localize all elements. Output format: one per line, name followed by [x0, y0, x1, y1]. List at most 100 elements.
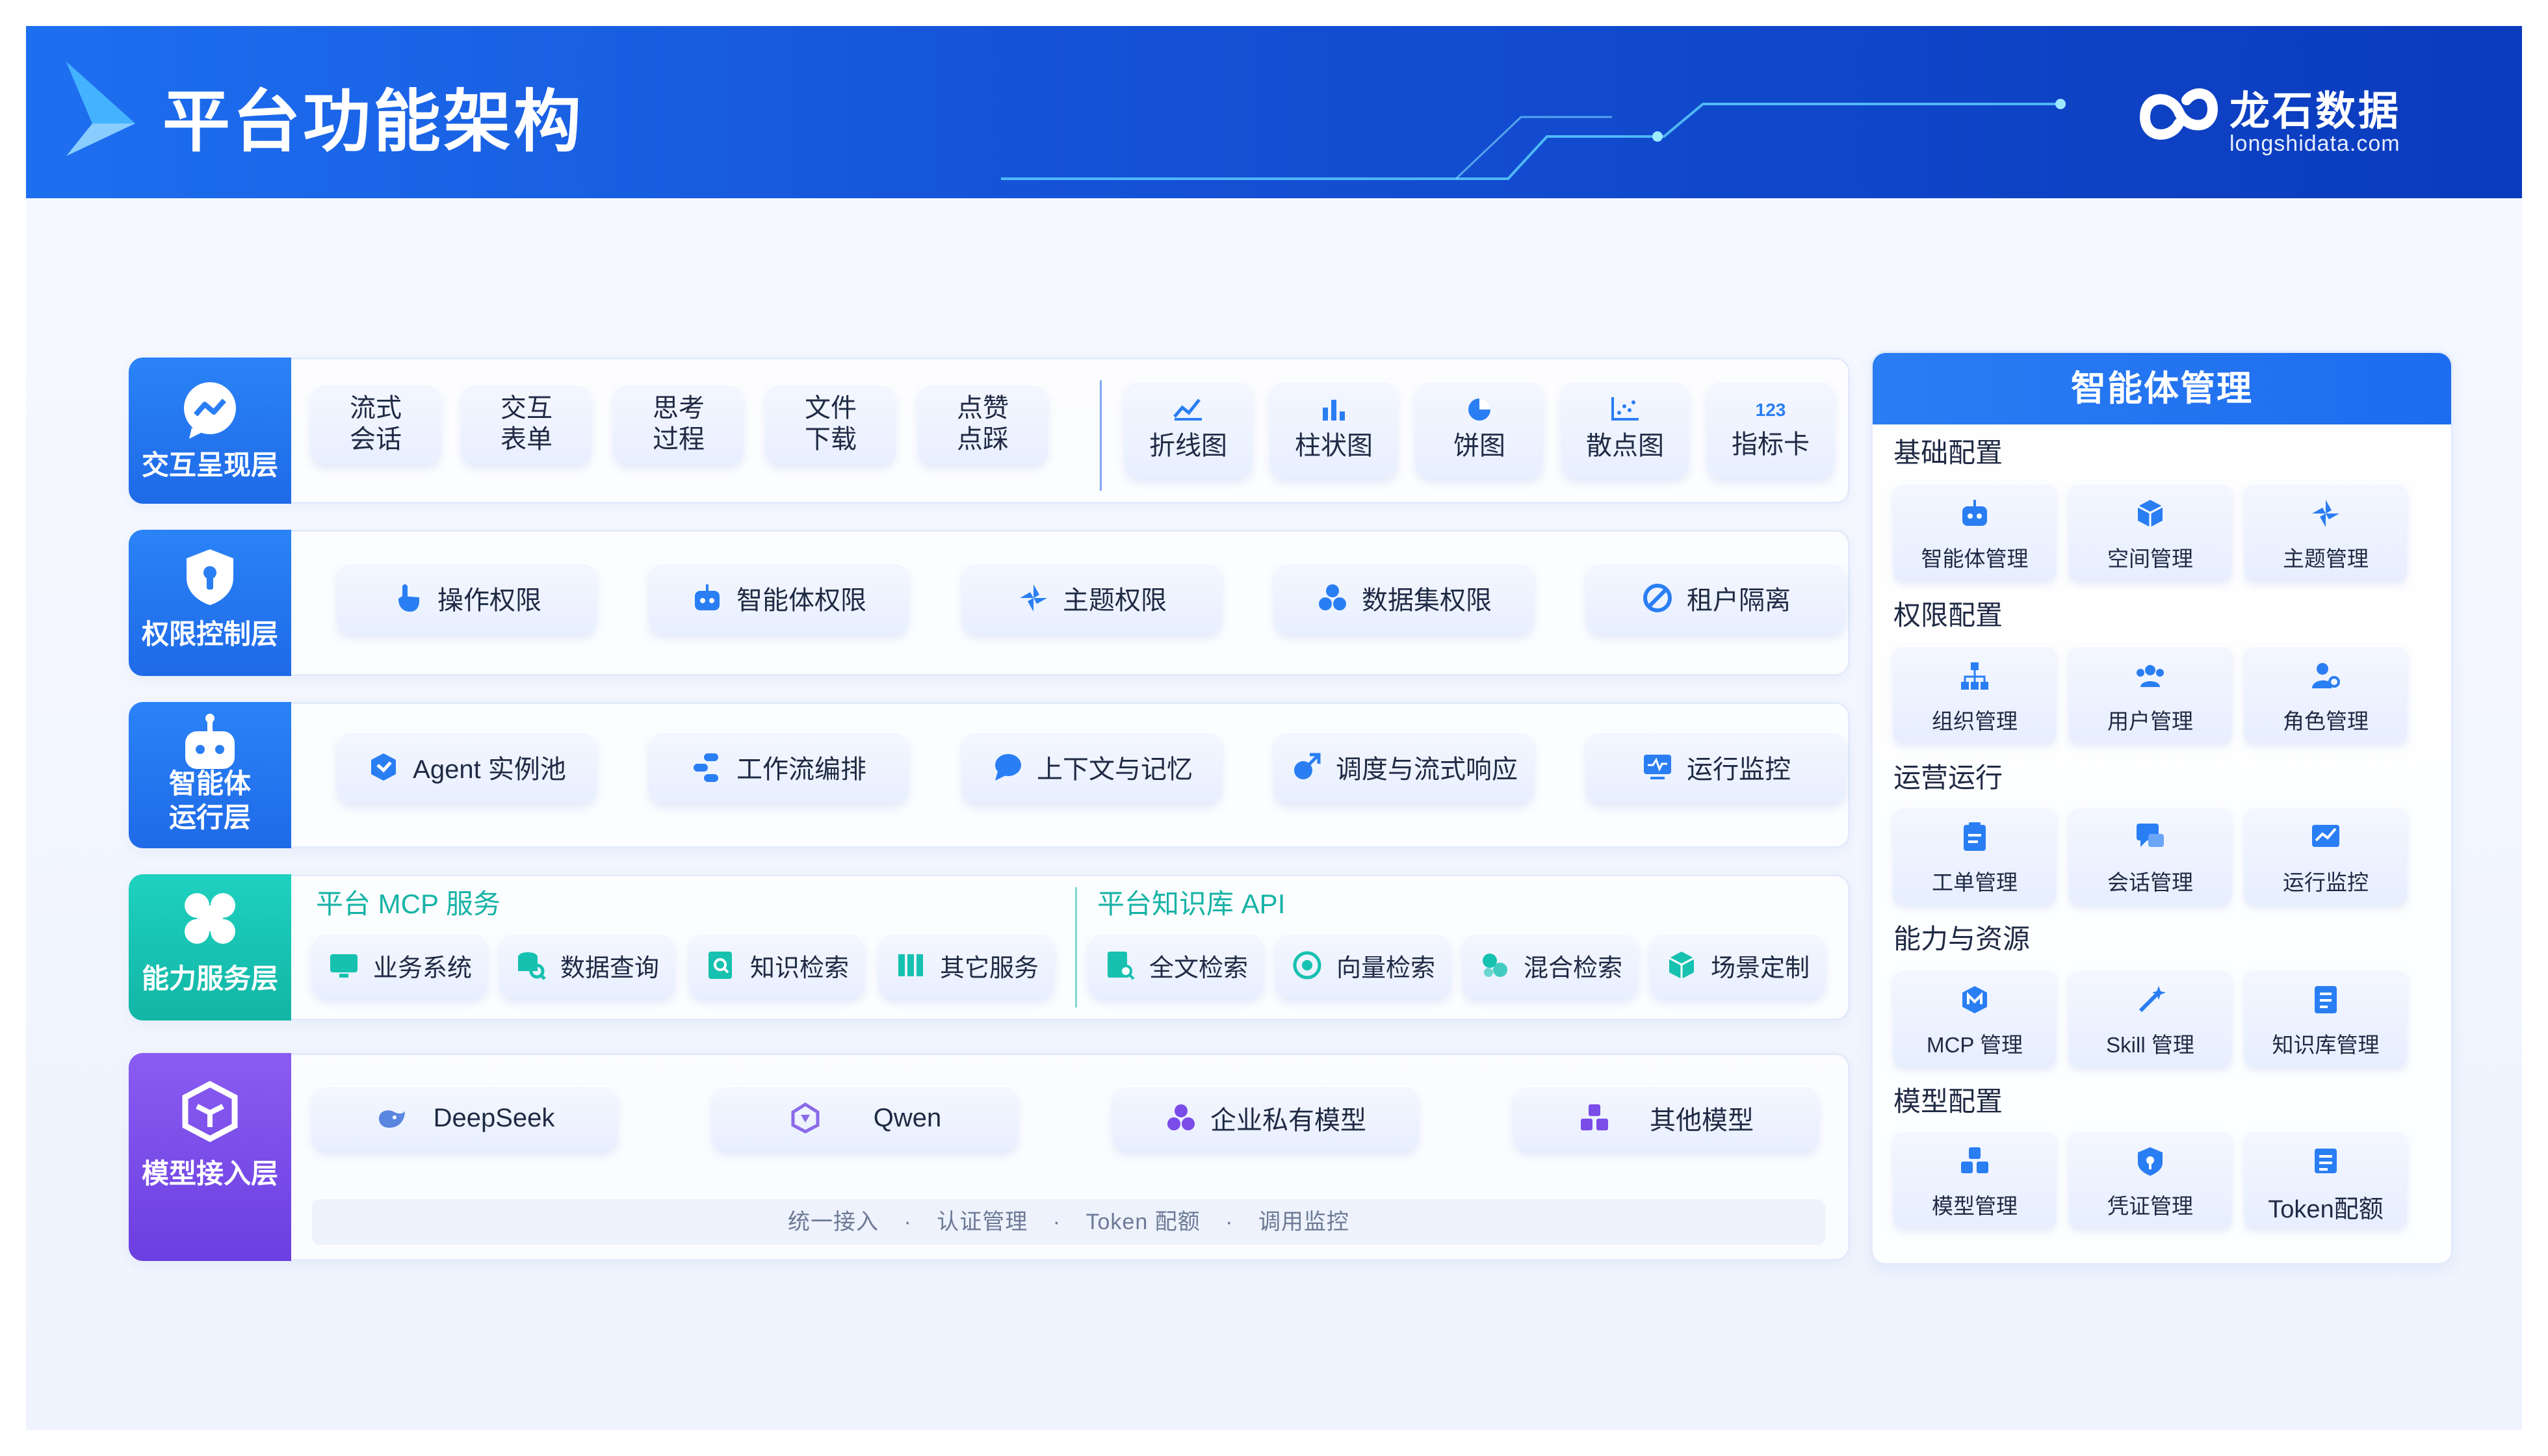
- pill-file-download[interactable]: 文件 下载: [766, 384, 896, 464]
- card-agent-manage[interactable]: 智能体管理: [1893, 483, 2056, 580]
- layer-model-title: 模型接入层: [141, 1158, 278, 1189]
- pill-qwen[interactable]: Qwen: [712, 1086, 1018, 1150]
- pill-scene-custom[interactable]: 场景定制: [1650, 933, 1825, 998]
- pill-stream-chat[interactable]: 流式 会话: [311, 384, 441, 464]
- card-topic-manage[interactable]: 主题管理: [2244, 483, 2407, 580]
- pill-pie-chart[interactable]: 饼图: [1416, 380, 1543, 478]
- pill-scheduling[interactable]: 调度与流式响应: [1274, 731, 1534, 803]
- pill-topic-permission[interactable]: 主题权限: [962, 562, 1222, 634]
- pill-context-memory[interactable]: 上下文与记忆: [962, 731, 1222, 803]
- brand-logo: 龙石数据 longshidata.com: [2132, 72, 2496, 162]
- kb-section-title: 平台知识库 API: [1097, 889, 1286, 919]
- qwen-icon: [791, 1102, 820, 1134]
- pill-label: 折线图: [1149, 432, 1227, 460]
- columns-icon: [898, 954, 923, 976]
- pill-agent-pool[interactable]: Agent 实例池: [337, 731, 597, 803]
- pie-chart-icon: [1468, 398, 1490, 421]
- shield-key-icon: [2138, 1147, 2163, 1176]
- pill-label: 散点图: [1586, 432, 1664, 460]
- pill-label: 智能体权限: [736, 586, 866, 615]
- pill-scatter-chart[interactable]: 散点图: [1561, 380, 1689, 478]
- card-token-quota[interactable]: Token配额: [2244, 1130, 2407, 1228]
- pill-line-chart[interactable]: 折线图: [1124, 380, 1252, 478]
- card-label: 会话管理: [2107, 870, 2193, 894]
- layer-permission: 权限控制层 操作权限 智能体权限 主题权限 数据集权限 租户隔离: [129, 530, 1850, 676]
- pill-label: 操作权限: [437, 586, 541, 615]
- pill-workflow[interactable]: 工作流编排: [649, 731, 909, 803]
- scheduling-icon: [1294, 753, 1321, 779]
- brand-site: longshidata.com: [2230, 131, 2400, 156]
- model-footnote: 统一接入 · 认证管理 · Token 配额 · 调用监控: [312, 1199, 1825, 1245]
- chat-bubble-icon: [184, 382, 236, 439]
- robot-icon: [695, 584, 720, 610]
- deepseek-whale-icon: [378, 1110, 405, 1128]
- pill-dataset-permission[interactable]: 数据集权限: [1274, 562, 1534, 634]
- card-session-manage[interactable]: 会话管理: [2069, 807, 2231, 904]
- pill-business-system[interactable]: 业务系统: [312, 933, 488, 998]
- pointer-hand-icon: [398, 584, 419, 612]
- pill-label: 文件: [805, 394, 857, 422]
- pill-private-model[interactable]: 企业私有模型: [1113, 1086, 1418, 1150]
- mcp-shield-icon: [1962, 986, 1987, 1013]
- topic-grid-icon: [2312, 500, 2339, 527]
- card-user-manage[interactable]: 用户管理: [2069, 645, 2231, 743]
- monitor-icon: [1644, 755, 1671, 779]
- speech-bubble-icon: [995, 754, 1021, 781]
- pill-agent-permission[interactable]: 智能体权限: [649, 562, 909, 634]
- card-credential-manage[interactable]: 凭证管理: [2069, 1130, 2231, 1228]
- card-kb-manage[interactable]: 知识库管理: [2244, 969, 2407, 1067]
- pill-vector-search[interactable]: 向量检索: [1275, 933, 1451, 998]
- card-model-manage[interactable]: 模型管理: [1893, 1130, 2056, 1228]
- card-space-manage[interactable]: 空间管理: [2069, 483, 2231, 580]
- card-run-monitor[interactable]: 运行监控: [2244, 807, 2407, 904]
- hybrid-icon: [1482, 954, 1507, 977]
- org-tree-icon: [1961, 662, 1988, 690]
- bar-chart-icon: [1323, 400, 1345, 421]
- pill-run-monitor[interactable]: 运行监控: [1586, 731, 1846, 803]
- book-search-icon: [708, 952, 732, 979]
- note-item: Token 配额: [1086, 1210, 1201, 1234]
- pill-label: 表单: [500, 425, 552, 454]
- no-entry-icon: [1643, 584, 1672, 612]
- shield-icon: [187, 549, 233, 605]
- pill-like-dislike[interactable]: 点赞 点踩: [918, 384, 1048, 464]
- pill-deepseek[interactable]: DeepSeek: [312, 1086, 618, 1150]
- pill-other-models[interactable]: 其他模型: [1513, 1086, 1819, 1150]
- pill-operation-permission[interactable]: 操作权限: [337, 562, 597, 634]
- model-cube-icon: [182, 1080, 238, 1143]
- layer-interaction: 交互呈现层 流式 会话 交互 表单 思考 过程 文件 下载 点赞 点踩 折线图 柱状图 饼…: [129, 358, 1850, 504]
- cube-icon: [371, 753, 396, 781]
- card-ticket-manage[interactable]: 工单管理: [1893, 807, 2056, 904]
- pill-metric-card[interactable]: 123 指标卡: [1707, 380, 1834, 478]
- pill-label: 上下文与记忆: [1037, 755, 1193, 784]
- scatter-chart-icon: [1611, 397, 1639, 421]
- pill-label: 过程: [653, 425, 705, 454]
- pill-hybrid-search[interactable]: 混合检索: [1462, 933, 1638, 998]
- pill-tenant-isolation[interactable]: 租户隔离: [1586, 562, 1846, 634]
- pill-other-services[interactable]: 其它服务: [879, 933, 1054, 998]
- pill-thinking-process[interactable]: 思考 过程: [614, 384, 744, 464]
- card-org-manage[interactable]: 组织管理: [1893, 645, 2056, 743]
- note-item: 认证管理: [937, 1210, 1028, 1234]
- card-label: MCP 管理: [1927, 1033, 2023, 1057]
- pill-knowledge-search[interactable]: 知识检索: [689, 933, 864, 998]
- pill-label: 场景定制: [1710, 954, 1810, 982]
- pill-label: 流式: [350, 394, 402, 422]
- card-skill-manage[interactable]: Skill 管理: [2069, 969, 2231, 1067]
- card-label: 组织管理: [1932, 709, 2018, 733]
- pill-bar-chart[interactable]: 柱状图: [1270, 380, 1398, 478]
- pill-label: 点踩: [957, 425, 1009, 454]
- brand-logo-icon: [2140, 88, 2218, 140]
- pill-label: 调度与流式响应: [1336, 755, 1518, 784]
- target-icon: [1293, 951, 1321, 980]
- pill-data-query[interactable]: 数据查询: [499, 933, 675, 998]
- other-models-icon: [1581, 1104, 1608, 1130]
- pill-fulltext-search[interactable]: 全文检索: [1088, 933, 1264, 998]
- pill-label: 知识检索: [749, 954, 849, 982]
- card-role-manage[interactable]: 角色管理: [2244, 645, 2407, 743]
- layer-service-title: 能力服务层: [141, 963, 278, 994]
- dataset-cubes-icon: [1319, 584, 1346, 610]
- book-icon: [2315, 986, 2337, 1013]
- card-mcp-manage[interactable]: MCP 管理: [1893, 969, 2056, 1067]
- pill-interactive-form[interactable]: 交互 表单: [462, 384, 592, 464]
